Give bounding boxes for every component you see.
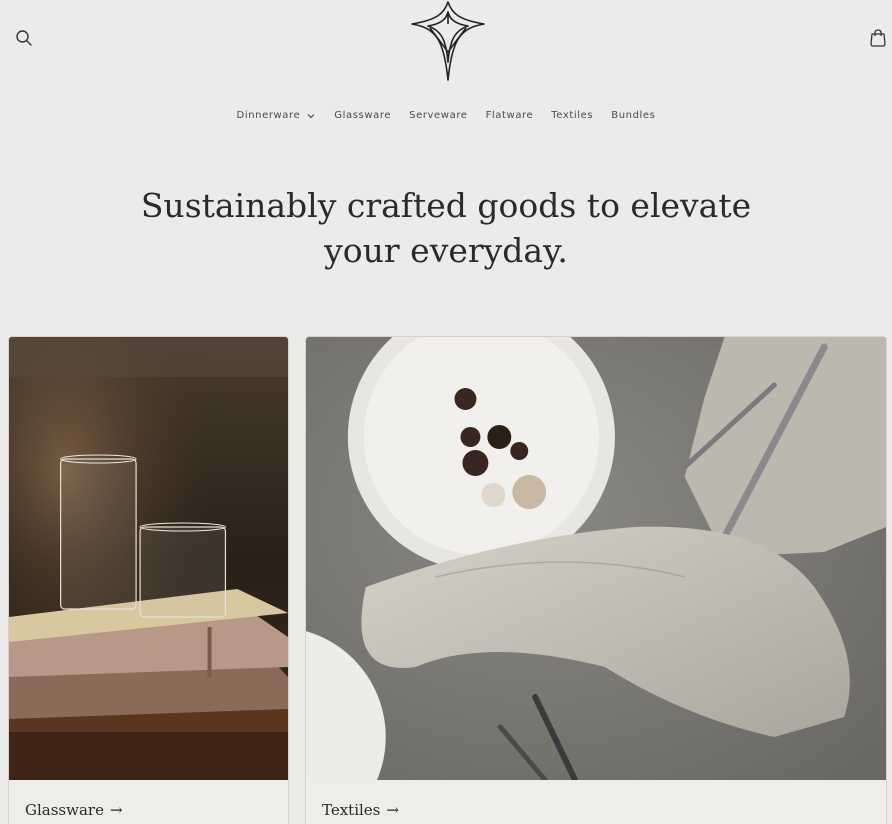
nav-item-label: Bundles	[611, 110, 656, 121]
cart-button[interactable]	[866, 26, 890, 50]
nav-item-textiles[interactable]: Textiles	[542, 106, 602, 125]
search-button[interactable]	[12, 26, 36, 50]
nav-item-label: Dinnerware	[236, 110, 301, 121]
nav-item-glassware[interactable]: Glassware	[325, 106, 400, 125]
nav-item-label: Textiles	[551, 110, 594, 121]
nav-item-flatware[interactable]: Flatware	[477, 106, 543, 125]
nav-item-label: Flatware	[485, 110, 534, 121]
nav-item-dinnerware[interactable]: Dinnerware	[228, 106, 326, 125]
collection-label: Textiles	[322, 801, 381, 819]
collection-link-glassware[interactable]: Glassware →	[25, 801, 123, 819]
nav-item-label: Glassware	[334, 110, 392, 121]
collection-card-glassware[interactable]: Glassware →	[8, 336, 289, 824]
hero-heading: Sustainably crafted goods to elevate you…	[0, 183, 892, 273]
arrow-right-icon: →	[109, 801, 123, 819]
textiles-image	[306, 337, 886, 780]
collection-link-textiles[interactable]: Textiles →	[322, 801, 399, 819]
arrow-right-icon: →	[386, 801, 399, 819]
star-logo	[411, 1, 485, 81]
collection-label: Glassware	[25, 801, 104, 819]
site-header	[0, 0, 892, 90]
search-icon	[16, 30, 32, 46]
cart-icon	[870, 29, 886, 47]
hero-heading-line-1: Sustainably crafted goods to elevate	[140, 186, 752, 225]
nav-item-label: Serveware	[409, 110, 468, 121]
hero-heading-line-2: your everyday.	[324, 231, 568, 270]
chevron-down-icon	[307, 113, 315, 118]
nav-item-serveware[interactable]: Serveware	[400, 106, 476, 125]
glassware-image	[9, 337, 288, 780]
collection-card-textiles[interactable]: Textiles →	[305, 336, 887, 824]
main-nav: Dinnerware Glassware Serveware Flatware …	[0, 106, 892, 125]
site-logo[interactable]	[408, 0, 488, 82]
nav-item-bundles[interactable]: Bundles	[602, 106, 664, 125]
